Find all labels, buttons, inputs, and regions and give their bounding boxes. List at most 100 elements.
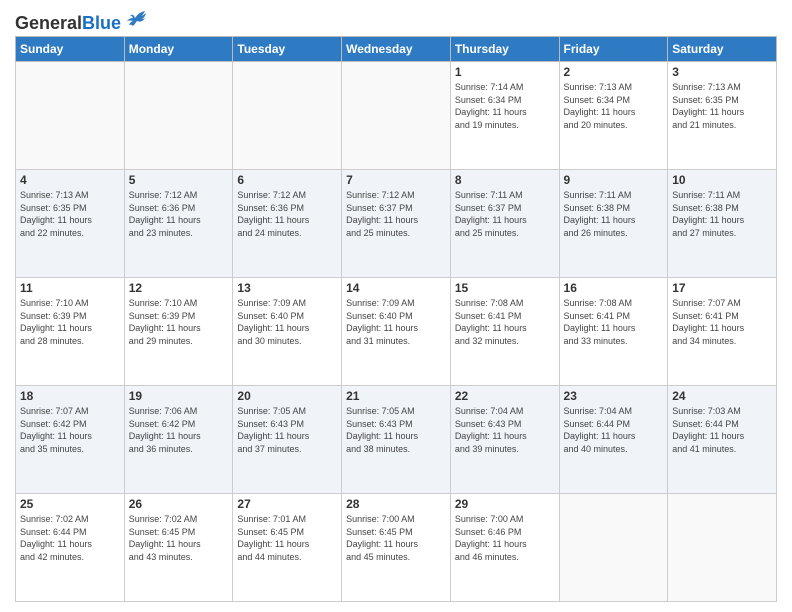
day-number: 21	[346, 389, 446, 403]
day-number: 24	[672, 389, 772, 403]
day-number: 27	[237, 497, 337, 511]
day-info: Sunrise: 7:12 AM Sunset: 6:37 PM Dayligh…	[346, 189, 446, 239]
calendar-cell: 1 Sunrise: 7:14 AM Sunset: 6:34 PM Daylig…	[450, 62, 559, 170]
calendar-week-row: 25 Sunrise: 7:02 AM Sunset: 6:44 PM Dayli…	[16, 494, 777, 602]
day-info: Sunrise: 7:08 AM Sunset: 6:41 PM Dayligh…	[455, 297, 555, 347]
calendar-cell: 24 Sunrise: 7:03 AM Sunset: 6:44 PM Dayli…	[668, 386, 777, 494]
calendar-cell: 21 Sunrise: 7:05 AM Sunset: 6:43 PM Dayli…	[342, 386, 451, 494]
day-number: 28	[346, 497, 446, 511]
calendar-cell: 11 Sunrise: 7:10 AM Sunset: 6:39 PM Dayli…	[16, 278, 125, 386]
day-info: Sunrise: 7:00 AM Sunset: 6:46 PM Dayligh…	[455, 513, 555, 563]
day-info: Sunrise: 7:11 AM Sunset: 6:37 PM Dayligh…	[455, 189, 555, 239]
calendar-cell: 6Sunrise: 7:12 AM Sunset: 6:36 PM Daylig…	[233, 170, 342, 278]
day-info: Sunrise: 7:09 AM Sunset: 6:40 PM Dayligh…	[346, 297, 446, 347]
calendar-cell	[668, 494, 777, 602]
calendar-week-row: 1 Sunrise: 7:14 AM Sunset: 6:34 PM Daylig…	[16, 62, 777, 170]
day-info: Sunrise: 7:04 AM Sunset: 6:43 PM Dayligh…	[455, 405, 555, 455]
day-info: Sunrise: 7:01 AM Sunset: 6:45 PM Dayligh…	[237, 513, 337, 563]
day-info: Sunrise: 7:07 AM Sunset: 6:42 PM Dayligh…	[20, 405, 120, 455]
calendar-cell	[233, 62, 342, 170]
day-info: Sunrise: 7:13 AM Sunset: 6:35 PM Dayligh…	[672, 81, 772, 131]
day-info: Sunrise: 7:09 AM Sunset: 6:40 PM Dayligh…	[237, 297, 337, 347]
day-number: 23	[564, 389, 664, 403]
day-number: 29	[455, 497, 555, 511]
calendar-cell: 28 Sunrise: 7:00 AM Sunset: 6:45 PM Dayli…	[342, 494, 451, 602]
day-info: Sunrise: 7:03 AM Sunset: 6:44 PM Dayligh…	[672, 405, 772, 455]
day-number: 26	[129, 497, 229, 511]
day-info: Sunrise: 7:02 AM Sunset: 6:45 PM Dayligh…	[129, 513, 229, 563]
day-info: Sunrise: 7:04 AM Sunset: 6:44 PM Dayligh…	[564, 405, 664, 455]
calendar-cell: 17Sunrise: 7:07 AM Sunset: 6:41 PM Dayli…	[668, 278, 777, 386]
day-info: Sunrise: 7:13 AM Sunset: 6:35 PM Dayligh…	[20, 189, 120, 239]
day-number: 19	[129, 389, 229, 403]
day-number: 1	[455, 65, 555, 79]
day-number: 2	[564, 65, 664, 79]
day-info: Sunrise: 7:11 AM Sunset: 6:38 PM Dayligh…	[672, 189, 772, 239]
day-number: 16	[564, 281, 664, 295]
day-info: Sunrise: 7:05 AM Sunset: 6:43 PM Dayligh…	[346, 405, 446, 455]
weekday-header-row: SundayMondayTuesdayWednesdayThursdayFrid…	[16, 37, 777, 62]
day-number: 10	[672, 173, 772, 187]
calendar-week-row: 4 Sunrise: 7:13 AM Sunset: 6:35 PM Daylig…	[16, 170, 777, 278]
logo: GeneralBlue	[15, 14, 147, 32]
calendar-cell: 18 Sunrise: 7:07 AM Sunset: 6:42 PM Dayli…	[16, 386, 125, 494]
day-info: Sunrise: 7:10 AM Sunset: 6:39 PM Dayligh…	[20, 297, 120, 347]
calendar-cell: 27 Sunrise: 7:01 AM Sunset: 6:45 PM Dayli…	[233, 494, 342, 602]
calendar-cell: 5 Sunrise: 7:12 AM Sunset: 6:36 PM Daylig…	[124, 170, 233, 278]
calendar-cell: 19Sunrise: 7:06 AM Sunset: 6:42 PM Dayli…	[124, 386, 233, 494]
logo-general: General	[15, 13, 82, 33]
calendar-cell: 7 Sunrise: 7:12 AM Sunset: 6:37 PM Daylig…	[342, 170, 451, 278]
day-number: 3	[672, 65, 772, 79]
day-number: 4	[20, 173, 120, 187]
day-number: 18	[20, 389, 120, 403]
weekday-header-tuesday: Tuesday	[233, 37, 342, 62]
calendar-cell: 4 Sunrise: 7:13 AM Sunset: 6:35 PM Daylig…	[16, 170, 125, 278]
day-number: 20	[237, 389, 337, 403]
calendar-cell: 29 Sunrise: 7:00 AM Sunset: 6:46 PM Dayli…	[450, 494, 559, 602]
day-number: 11	[20, 281, 120, 295]
day-number: 14	[346, 281, 446, 295]
logo-bird-icon	[125, 10, 147, 28]
day-info: Sunrise: 7:13 AM Sunset: 6:34 PM Dayligh…	[564, 81, 664, 131]
calendar-table: SundayMondayTuesdayWednesdayThursdayFrid…	[15, 36, 777, 602]
calendar-cell: 9Sunrise: 7:11 AM Sunset: 6:38 PM Daylig…	[559, 170, 668, 278]
day-number: 22	[455, 389, 555, 403]
calendar-week-row: 11 Sunrise: 7:10 AM Sunset: 6:39 PM Dayli…	[16, 278, 777, 386]
weekday-header-wednesday: Wednesday	[342, 37, 451, 62]
day-info: Sunrise: 7:12 AM Sunset: 6:36 PM Dayligh…	[129, 189, 229, 239]
calendar-cell	[124, 62, 233, 170]
day-info: Sunrise: 7:00 AM Sunset: 6:45 PM Dayligh…	[346, 513, 446, 563]
header: GeneralBlue	[15, 10, 777, 32]
day-info: Sunrise: 7:14 AM Sunset: 6:34 PM Dayligh…	[455, 81, 555, 131]
calendar-cell: 23 Sunrise: 7:04 AM Sunset: 6:44 PM Dayli…	[559, 386, 668, 494]
day-number: 17	[672, 281, 772, 295]
calendar-cell: 3 Sunrise: 7:13 AM Sunset: 6:35 PM Daylig…	[668, 62, 777, 170]
calendar-cell: 12 Sunrise: 7:10 AM Sunset: 6:39 PM Dayli…	[124, 278, 233, 386]
day-info: Sunrise: 7:08 AM Sunset: 6:41 PM Dayligh…	[564, 297, 664, 347]
day-number: 7	[346, 173, 446, 187]
weekday-header-saturday: Saturday	[668, 37, 777, 62]
weekday-header-thursday: Thursday	[450, 37, 559, 62]
day-number: 25	[20, 497, 120, 511]
day-number: 5	[129, 173, 229, 187]
calendar-cell: 16 Sunrise: 7:08 AM Sunset: 6:41 PM Dayli…	[559, 278, 668, 386]
weekday-header-friday: Friday	[559, 37, 668, 62]
weekday-header-monday: Monday	[124, 37, 233, 62]
day-info: Sunrise: 7:02 AM Sunset: 6:44 PM Dayligh…	[20, 513, 120, 563]
calendar-cell: 25 Sunrise: 7:02 AM Sunset: 6:44 PM Dayli…	[16, 494, 125, 602]
day-info: Sunrise: 7:11 AM Sunset: 6:38 PM Dayligh…	[564, 189, 664, 239]
calendar-cell: 20 Sunrise: 7:05 AM Sunset: 6:43 PM Dayli…	[233, 386, 342, 494]
weekday-header-sunday: Sunday	[16, 37, 125, 62]
day-info: Sunrise: 7:05 AM Sunset: 6:43 PM Dayligh…	[237, 405, 337, 455]
calendar-cell: 2 Sunrise: 7:13 AM Sunset: 6:34 PM Daylig…	[559, 62, 668, 170]
calendar-cell: 14 Sunrise: 7:09 AM Sunset: 6:40 PM Dayli…	[342, 278, 451, 386]
calendar-cell: 15Sunrise: 7:08 AM Sunset: 6:41 PM Dayli…	[450, 278, 559, 386]
day-info: Sunrise: 7:10 AM Sunset: 6:39 PM Dayligh…	[129, 297, 229, 347]
calendar-cell: 10 Sunrise: 7:11 AM Sunset: 6:38 PM Dayli…	[668, 170, 777, 278]
logo-text: GeneralBlue	[15, 14, 121, 32]
calendar-week-row: 18 Sunrise: 7:07 AM Sunset: 6:42 PM Dayli…	[16, 386, 777, 494]
calendar-cell: 8Sunrise: 7:11 AM Sunset: 6:37 PM Daylig…	[450, 170, 559, 278]
day-number: 6	[237, 173, 337, 187]
day-number: 12	[129, 281, 229, 295]
page: GeneralBlue SundayMondayTuesdayWednesday…	[0, 0, 792, 612]
